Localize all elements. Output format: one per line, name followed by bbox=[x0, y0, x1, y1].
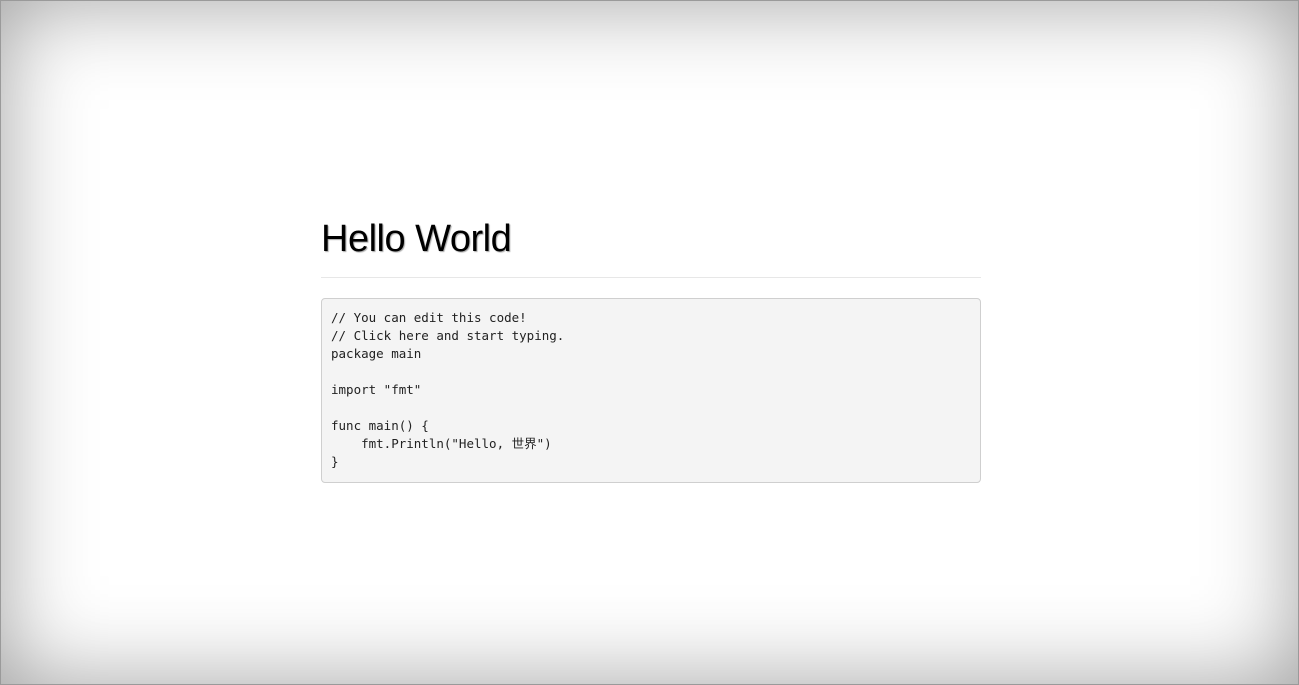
code-line-8[interactable]: fmt.Println("Hello, 世界") bbox=[331, 435, 971, 453]
code-line-9[interactable]: } bbox=[331, 453, 971, 471]
code-line-1[interactable]: // You can edit this code! bbox=[331, 309, 971, 327]
code-line-3[interactable]: package main bbox=[331, 345, 971, 363]
main-content: Hello World // You can edit this code! /… bbox=[321, 213, 981, 483]
code-line-2[interactable]: // Click here and start typing. bbox=[331, 327, 971, 345]
title-divider bbox=[321, 277, 981, 278]
code-line-6[interactable] bbox=[331, 399, 971, 417]
page-title: Hello World bbox=[321, 218, 512, 260]
page-frame: Hello World // You can edit this code! /… bbox=[0, 0, 1299, 685]
code-line-5[interactable]: import "fmt" bbox=[331, 381, 971, 399]
code-line-4[interactable] bbox=[331, 363, 971, 381]
code-editor[interactable]: // You can edit this code! // Click here… bbox=[321, 298, 981, 483]
code-line-7[interactable]: func main() { bbox=[331, 417, 971, 435]
